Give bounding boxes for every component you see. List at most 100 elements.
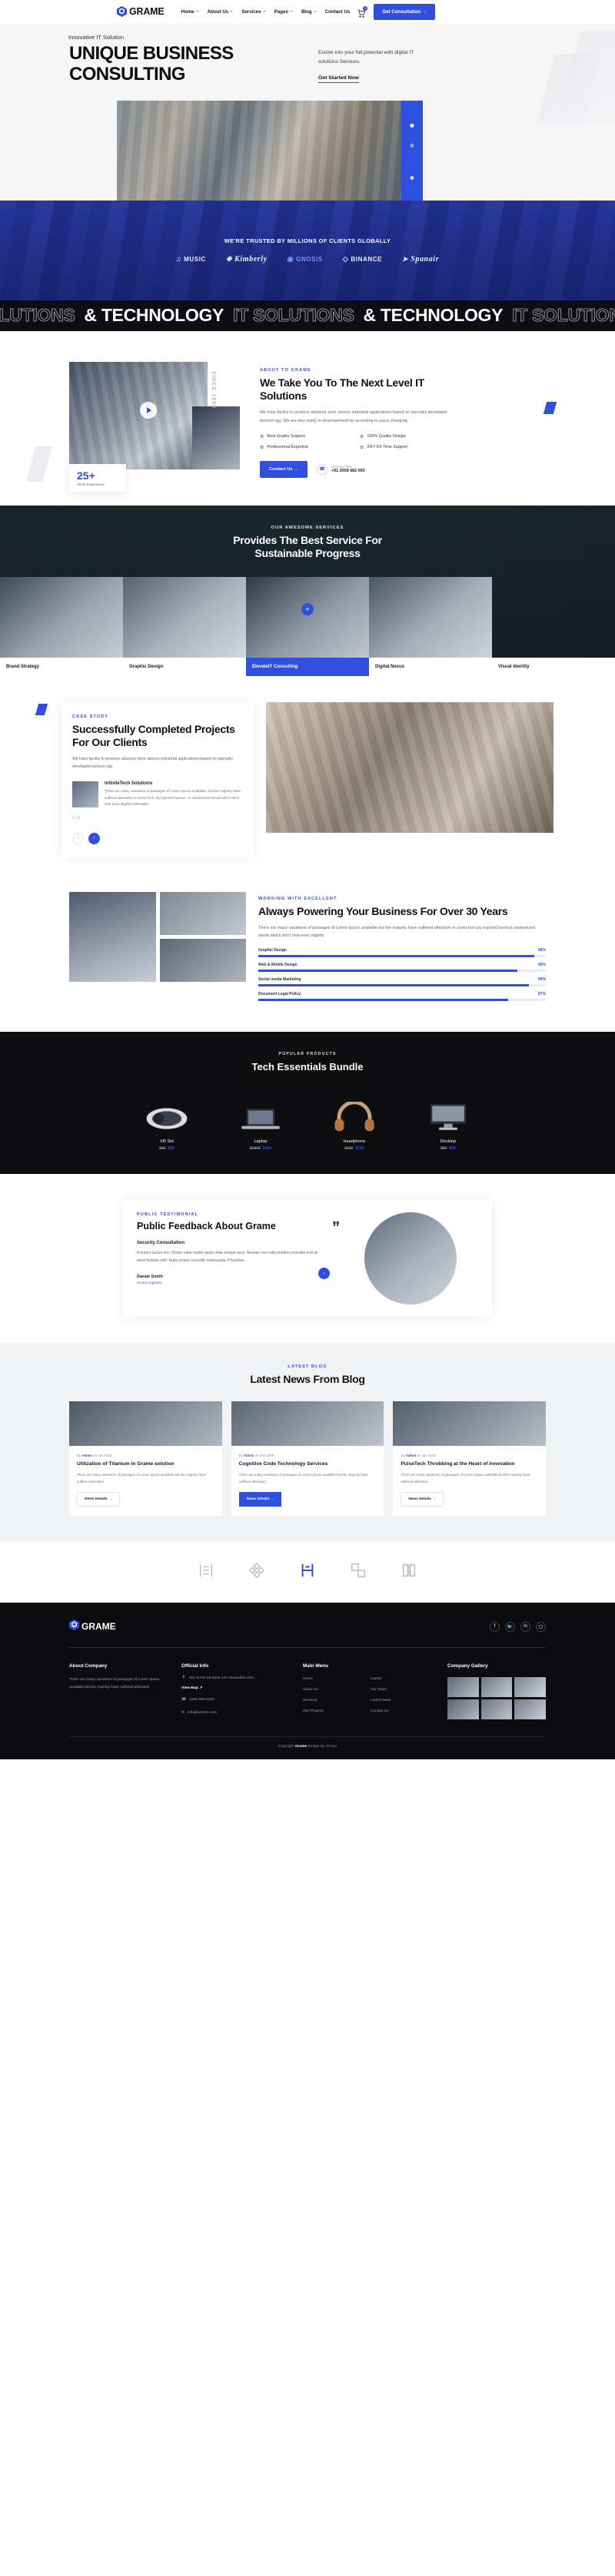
- product-card-laptop[interactable]: Laptop $1800 $999: [225, 1089, 296, 1151]
- about-eyebrow: ABOUT TO GRAME: [260, 367, 311, 373]
- footer-link-latest-news[interactable]: Latest News: [371, 1699, 434, 1702]
- instagram-icon[interactable]: ▢: [536, 1621, 546, 1632]
- skill-value: 87%: [537, 992, 546, 997]
- twitter-icon[interactable]: 🐦: [505, 1621, 515, 1632]
- blog-post-card[interactable]: By Admin 24 Jan 2025 Cognitive Code Tech…: [231, 1401, 384, 1516]
- nav-item-about-us[interactable]: About Us: [208, 9, 234, 15]
- gallery-thumb[interactable]: [514, 1676, 546, 1697]
- footer-email[interactable]: ✉ info@extrem.com: [181, 1710, 289, 1717]
- get-started-link[interactable]: Get Started Now: [318, 75, 359, 84]
- case-item-title: InfiniteTech Solutions: [105, 781, 153, 787]
- testimonial-next-button[interactable]: ›: [318, 1268, 330, 1280]
- footer-link-our-team[interactable]: Our Team: [371, 1688, 434, 1692]
- experience-number: 25+: [77, 469, 95, 482]
- call-block[interactable]: ☎ Call Any Time +91 2658 982 003: [317, 463, 365, 475]
- client-logo-spanair: ➤ Spanair: [402, 254, 440, 264]
- case-prev-button[interactable]: ‹: [72, 832, 84, 844]
- view-map-link[interactable]: View Map ↗: [181, 1686, 289, 1690]
- experience-label: Years Experience: [77, 482, 105, 486]
- skills-image: [159, 938, 246, 982]
- logo-text: GRAME: [129, 6, 165, 17]
- hero-slider-dots[interactable]: [401, 100, 423, 201]
- desktop-icon: [413, 1089, 484, 1132]
- headphone-icon: [319, 1089, 390, 1132]
- nav-item-blog[interactable]: Blog: [301, 9, 317, 15]
- product-card-vr-set[interactable]: VR Set $89 $58: [131, 1089, 202, 1151]
- testimonial-avatar: [364, 1212, 457, 1305]
- gallery-thumb[interactable]: [447, 1699, 479, 1719]
- nav-item-services[interactable]: Services: [241, 9, 266, 15]
- about-feature-item: ⚙ 24/7 On Time Support: [360, 445, 408, 450]
- footer-link-contact-us[interactable]: Contact Us: [371, 1709, 434, 1713]
- service-label: Graphic Design: [123, 657, 246, 676]
- blog-post-button[interactable]: News Details →: [238, 1491, 282, 1507]
- client-logo-kimberly: ❉ Kimberly: [225, 254, 268, 264]
- footer-link-home[interactable]: Home: [303, 1677, 366, 1681]
- case-next-button[interactable]: ›: [88, 832, 100, 844]
- facebook-icon[interactable]: f: [490, 1621, 500, 1632]
- skills-section: WORKING WITH EXCELLENT Always Powering Y…: [0, 884, 615, 1033]
- service-image: [369, 576, 492, 658]
- nav-item-home[interactable]: Home: [181, 9, 199, 15]
- slider-dot[interactable]: [410, 123, 414, 128]
- about-feature-item: ⚙ 100% Quality Design: [360, 434, 406, 439]
- footer-link-career[interactable]: Career: [371, 1677, 434, 1681]
- play-video-button[interactable]: [140, 401, 157, 419]
- gallery-thumb[interactable]: [480, 1699, 513, 1719]
- blog-post-card[interactable]: By Admin 24 Jan 2025 PulseTech Throbbing…: [393, 1401, 547, 1516]
- about-contact-button[interactable]: Contact Us →: [260, 460, 308, 478]
- blog-post-card[interactable]: By Admin 24 Jan 2025 Utilization of Tita…: [69, 1401, 222, 1516]
- service-card-graphic-design[interactable]: Graphic Design: [123, 576, 246, 676]
- footer-link-our-projects[interactable]: Our Projects: [303, 1709, 366, 1713]
- experience-badge: 25+ Years Experience: [69, 463, 126, 492]
- brand-mark-5-icon: [401, 1562, 417, 1583]
- product-old-price: $600: [344, 1146, 354, 1152]
- footer-link-about-us[interactable]: About Us: [303, 1688, 366, 1692]
- product-name: Desktop: [440, 1139, 457, 1145]
- blog-post-button[interactable]: News Details →: [401, 1491, 444, 1507]
- products-eyebrow: POPULAR PRODUCTS: [278, 1052, 337, 1057]
- hero-media: [69, 100, 546, 201]
- testimonial-author: Danial Smith: [137, 1274, 163, 1279]
- plus-icon[interactable]: +: [301, 602, 314, 615]
- footer-link-services[interactable]: Services: [303, 1699, 366, 1702]
- trusted-clients-section: WE'RE TRUSTED BY MILLIONS OF CLIENTS GLO…: [0, 200, 615, 300]
- blog-post-title: PulseTech Throbbing at the Heart of Inno…: [401, 1461, 515, 1467]
- client-logo-binance: ◇ BINANCE: [342, 254, 383, 263]
- product-card-desktop[interactable]: Desktop $89 $58: [413, 1089, 484, 1151]
- blog-post-image: [231, 1401, 384, 1447]
- logo[interactable]: GRAME: [117, 6, 165, 17]
- footer-phone[interactable]: ☎ (406) 555-0120: [181, 1697, 289, 1704]
- nav-item-pages[interactable]: Pages: [274, 9, 293, 15]
- blog-post-meta: By Admin 24 Jan 2025: [77, 1454, 112, 1458]
- gear-icon: ⚙: [360, 445, 364, 450]
- get-consultation-button[interactable]: Get Consultation →: [374, 3, 436, 20]
- service-card-visual-identity[interactable]: Visual Identity: [492, 577, 615, 676]
- about-section: SINCE 1980 25+ Years Experience ABOUT TO…: [0, 330, 615, 506]
- case-decor-accent: [35, 703, 48, 715]
- cart-icon[interactable]: 0: [357, 5, 368, 17]
- linkedin-icon[interactable]: in: [520, 1621, 530, 1632]
- product-card-headphone[interactable]: Headphone $600 $199: [319, 1089, 390, 1151]
- skill-fill: [258, 955, 535, 958]
- service-card-elevateit-consulting[interactable]: + ElevateIT Consulting: [246, 576, 369, 676]
- marquee-item: & TECHNOLOGY: [84, 305, 224, 326]
- products-list: VR Set $89 $58 Laptop $1800 $999 Headphone…: [0, 1089, 615, 1151]
- gallery-thumb[interactable]: [514, 1699, 546, 1719]
- slider-dot[interactable]: [410, 175, 414, 180]
- marquee-item: IT SOLUTIONS: [512, 305, 615, 326]
- brand-logo-strip: [0, 1541, 615, 1603]
- about-image-main: [69, 361, 208, 469]
- service-card-brand-strategy[interactable]: Brand Strategy: [0, 576, 123, 676]
- slider-dot[interactable]: [410, 143, 414, 148]
- services-eyebrow: OUR AWESOME SERVICES: [271, 525, 344, 530]
- testimonial-card: PUBLIC TESTIMONIAL Public Feedback About…: [123, 1200, 492, 1317]
- footer-logo[interactable]: GRAME: [69, 1619, 116, 1634]
- blog-post-button[interactable]: News Details →: [77, 1491, 120, 1507]
- case-item-image: [72, 781, 98, 808]
- service-card-digital-nexus[interactable]: Digital Nexus: [369, 576, 492, 676]
- gallery-thumb[interactable]: [480, 1676, 513, 1697]
- brand-mark-2-icon: [248, 1562, 265, 1583]
- gallery-thumb[interactable]: [447, 1676, 479, 1697]
- nav-item-contact-us[interactable]: Contact Us: [325, 9, 351, 15]
